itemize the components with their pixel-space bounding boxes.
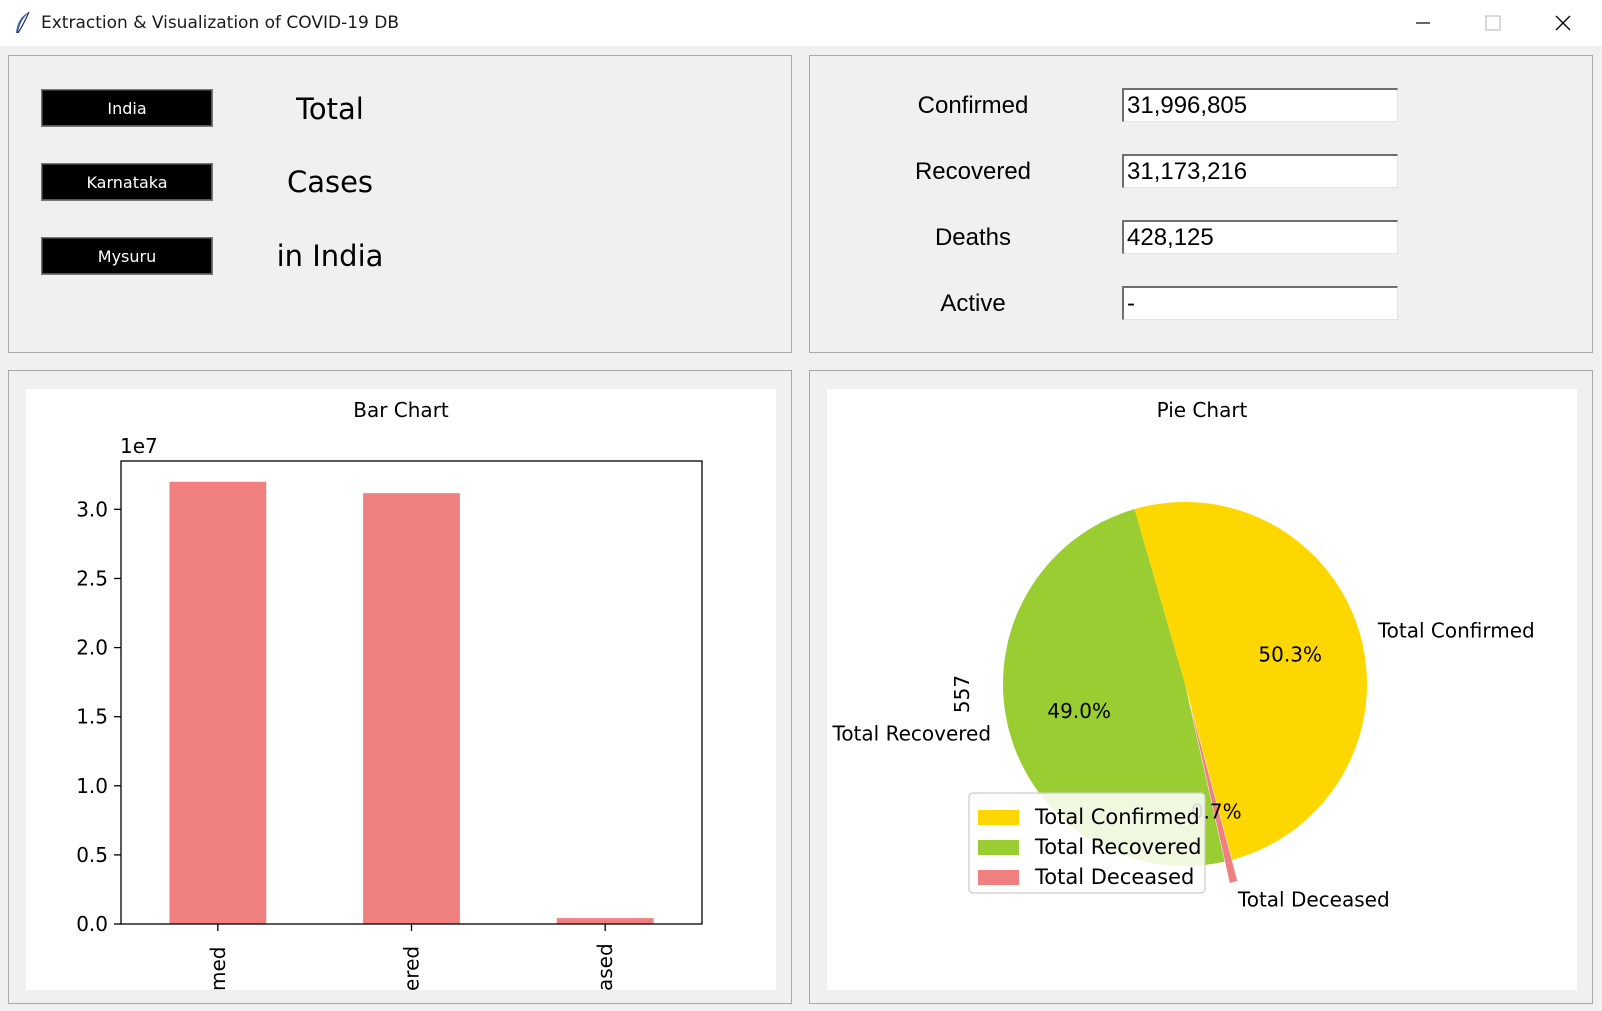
confirmed-field[interactable]: 31,996,805	[1122, 88, 1398, 122]
x-tick-label: ered	[400, 946, 424, 990]
heading-line-1: Total	[296, 92, 364, 126]
y-tick-label: 0.5	[76, 843, 108, 867]
heading-line-3: in India	[276, 239, 384, 273]
pie-chart-figure: Pie Chart 50.3% Total Confirmed 49.0% Total…	[827, 389, 1577, 990]
window-titlebar: Extraction & Visualization of COVID-19 D…	[0, 0, 1602, 46]
active-label: Active	[940, 290, 1006, 317]
pie-slice-label: Total Deceased	[1237, 888, 1390, 912]
y-tick-label: 2.5	[76, 566, 108, 590]
legend-swatch	[978, 840, 1019, 855]
y-tick-label: 2.0	[76, 636, 108, 660]
x-tick-label: med	[206, 947, 230, 990]
mysuru-button[interactable]: Mysuru	[41, 237, 213, 275]
legend-label: Total Confirmed	[1034, 805, 1200, 829]
maximize-button[interactable]	[1458, 0, 1528, 46]
bar	[556, 918, 654, 924]
y-tick-label: 0.0	[76, 912, 108, 936]
pie-slice-label: Total Recovered	[832, 722, 992, 746]
feather-icon	[16, 11, 30, 34]
close-icon	[1555, 15, 1571, 31]
minimize-icon	[1416, 22, 1430, 24]
legend-swatch	[978, 810, 1019, 825]
legend-swatch	[978, 870, 1019, 885]
x-tick-label: ased	[593, 943, 617, 990]
pie-pct-label: 50.3%	[1258, 643, 1322, 667]
y-tick-label: 1.5	[76, 705, 108, 729]
pie-chart-title: Pie Chart	[1157, 398, 1248, 422]
bar-chart-title: Bar Chart	[353, 398, 449, 422]
confirmed-label: Confirmed	[917, 92, 1029, 119]
y-tick-label: 1.0	[76, 774, 108, 798]
close-button[interactable]	[1528, 0, 1598, 46]
pie-pct-label: 49.0%	[1047, 699, 1111, 723]
minimize-button[interactable]	[1388, 0, 1458, 46]
bar	[169, 481, 267, 924]
deaths-field[interactable]: 428,125	[1122, 220, 1398, 254]
bar-chart-figure: Bar Chart 1e7 0.0 0.5 1.0 1.5 2.0 2.5 3.0 med er…	[26, 389, 776, 991]
legend-label: Total Recovered	[1034, 835, 1201, 859]
bar-chart: Bar Chart 1e7 0.0 0.5 1.0 1.5 2.0 2.5 3.0 med er…	[76, 398, 703, 991]
india-button[interactable]: India	[41, 89, 213, 127]
karnataka-button[interactable]: Karnataka	[41, 163, 213, 201]
y-tick-label: 3.0	[76, 497, 108, 521]
active-field[interactable]: -	[1122, 286, 1398, 320]
window-title: Extraction & Visualization of COVID-19 D…	[41, 13, 400, 33]
recovered-label: Recovered	[914, 158, 1032, 185]
heading-line-2: Cases	[286, 165, 374, 199]
deaths-label: Deaths	[934, 224, 1012, 251]
pie-chart: Pie Chart 50.3% Total Confirmed 49.0% Total…	[832, 398, 1535, 912]
bar	[363, 493, 460, 924]
pie-chart-ylabel: 557	[950, 675, 974, 713]
maximize-icon	[1485, 15, 1501, 31]
bar-chart-offset-label: 1e7	[120, 434, 158, 458]
legend-label: Total Deceased	[1034, 865, 1194, 889]
pie-slice-label: Total Confirmed	[1377, 618, 1535, 642]
recovered-field[interactable]: 31,173,216	[1122, 154, 1398, 188]
